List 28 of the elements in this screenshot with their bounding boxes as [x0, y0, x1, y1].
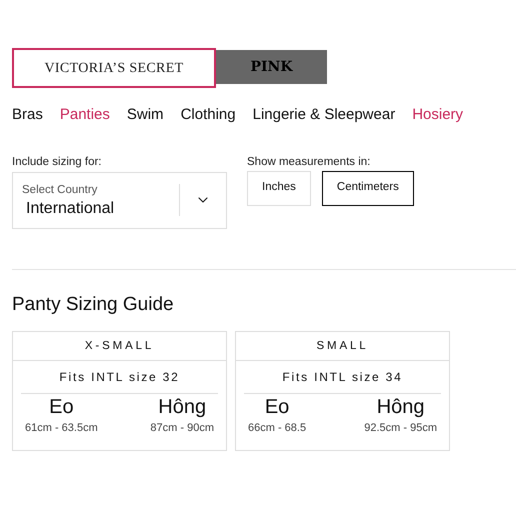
- select-value: International: [25, 199, 116, 220]
- measure-name: Eo: [49, 395, 74, 420]
- fits-text: Fits INTL size 34: [244, 361, 441, 394]
- measure-range: 87cm - 90cm: [150, 421, 214, 436]
- page-heading: Panty Sizing Guide: [11, 292, 175, 316]
- measure-range: 61cm - 63.5cm: [25, 421, 98, 436]
- nav-link[interactable]: Lingerie & Sleepwear: [252, 104, 396, 126]
- measure-name: Hông: [376, 395, 425, 420]
- measure-name: Hông: [158, 395, 206, 420]
- nav-link[interactable]: Hosiery: [412, 104, 464, 126]
- measure-name: Eo: [264, 395, 290, 420]
- select-label: Select Country: [22, 182, 98, 198]
- unit-button[interactable]: Inches: [247, 170, 311, 206]
- size-name: SMALL: [236, 332, 449, 362]
- fits-text: Fits INTL size 32: [21, 361, 218, 394]
- brand-tab[interactable]: PINK: [216, 50, 327, 84]
- nav-link[interactable]: Panties: [60, 104, 110, 126]
- measure-range: 66cm - 68.5: [248, 421, 306, 436]
- brand-tab[interactable]: VICTORIA’S SECRET: [12, 48, 216, 88]
- nav-link[interactable]: Swim: [126, 104, 164, 126]
- country-select[interactable]: Select Country International: [12, 172, 227, 228]
- field-label: Include sizing for:: [12, 154, 102, 170]
- size-name: X-SMALL: [13, 332, 226, 362]
- nav-link[interactable]: Bras: [12, 104, 43, 126]
- measure-range: 92.5cm - 95cm: [364, 421, 437, 436]
- nav-link[interactable]: Clothing: [180, 104, 236, 126]
- field-label: Show measurements in:: [247, 154, 372, 170]
- unit-button[interactable]: Centimeters: [322, 170, 414, 206]
